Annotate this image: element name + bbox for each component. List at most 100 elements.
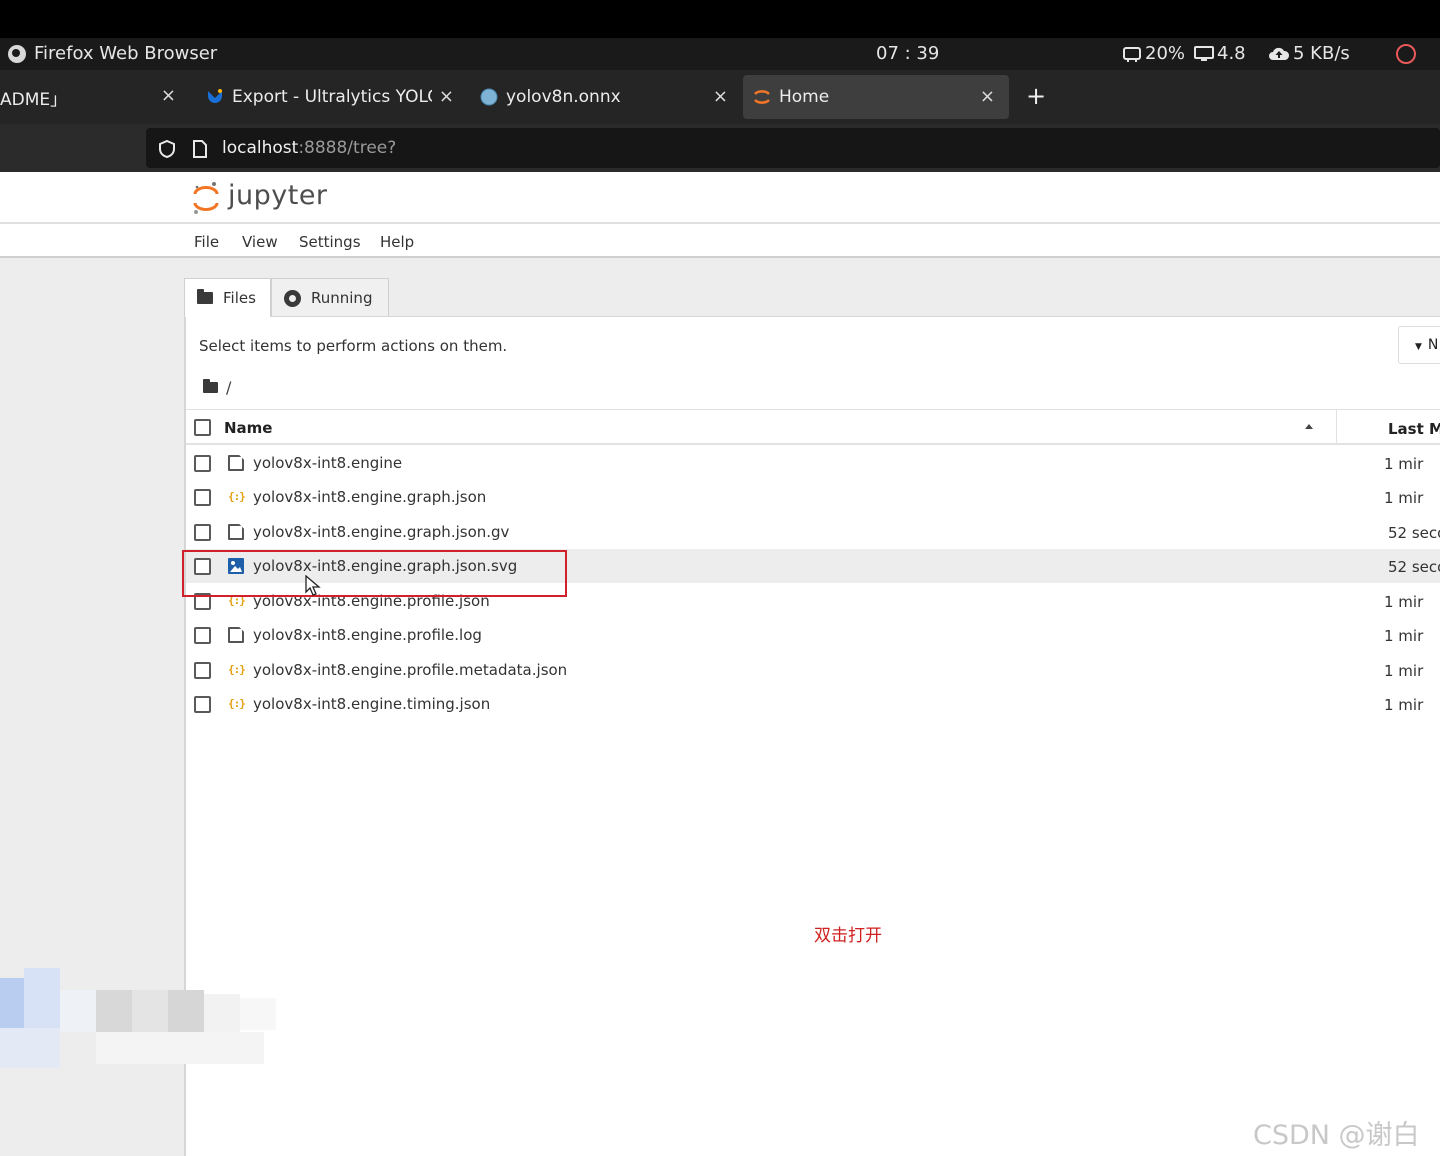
new-button-label: N — [1427, 337, 1439, 353]
file-icon — [228, 524, 244, 540]
new-dropdown-button[interactable]: ▼ N — [1398, 326, 1440, 364]
browser-tab-bar: ADME」 × Export - Ultralytics YOLOv8 × yo… — [0, 70, 1440, 124]
breadcrumb[interactable]: / — [203, 378, 231, 397]
close-icon[interactable]: × — [980, 86, 995, 107]
screen-top-letterbox — [0, 0, 1440, 38]
file-modified: 1 mir — [1384, 696, 1424, 714]
selection-hint: Select items to perform actions on them. — [199, 337, 508, 355]
column-name[interactable]: Name — [224, 419, 272, 437]
jupyter-menu-bar: File View Settings Help — [0, 224, 1440, 258]
menu-help[interactable]: Help — [380, 233, 414, 251]
tab-files-label: Files — [223, 289, 256, 307]
file-name[interactable]: yolov8x-int8.engine.profile.metadata.jso… — [253, 661, 567, 679]
url-path: :8888/tree? — [298, 138, 397, 158]
json-file-icon: {:} — [228, 697, 246, 710]
tab-files[interactable]: Files — [184, 278, 271, 317]
load-indicator[interactable]: 4.8 — [1194, 43, 1246, 64]
load-value: 4.8 — [1217, 43, 1246, 64]
file-name[interactable]: yolov8x-int8.engine.graph.json.gv — [253, 523, 509, 541]
select-all-checkbox[interactable] — [194, 419, 211, 436]
folder-icon — [203, 379, 218, 393]
file-name[interactable]: yolov8x-int8.engine.profile.log — [253, 626, 482, 644]
highlight-annotation-box — [182, 550, 567, 597]
file-row[interactable]: {:} yolov8x-int8.engine.graph.json 1 mir — [186, 480, 1440, 514]
tab-label: ADME」 — [0, 89, 68, 110]
jupyter-title[interactable]: jupyter — [228, 180, 328, 211]
close-icon[interactable]: × — [713, 86, 728, 107]
file-modified: 1 mir — [1384, 489, 1424, 507]
clock[interactable]: 07 : 39 — [876, 43, 939, 64]
file-name[interactable]: yolov8x-int8.engine — [253, 454, 402, 472]
row-checkbox[interactable] — [194, 627, 211, 644]
file-name[interactable]: yolov8x-int8.engine.timing.json — [253, 695, 490, 713]
file-row[interactable]: yolov8x-int8.engine.profile.log 1 mir — [186, 618, 1440, 652]
menu-file[interactable]: File — [194, 233, 219, 251]
cpu-value: 20% — [1145, 43, 1186, 64]
file-modified: 1 mir — [1384, 627, 1424, 645]
tab-running[interactable]: Running — [271, 278, 389, 317]
file-modified: 1 mir — [1384, 455, 1424, 473]
tab-label: Export - Ultralytics YOLOv8 — [232, 87, 432, 107]
browser-nav-bar: localhost:8888/tree? — [0, 124, 1440, 172]
row-checkbox[interactable] — [194, 489, 211, 506]
json-file-icon: {:} — [228, 663, 246, 676]
caret-down-icon: ▼ — [1415, 342, 1422, 352]
file-icon — [228, 455, 244, 471]
jupyter-logo-icon[interactable] — [192, 180, 220, 216]
file-modified: 52 seco — [1388, 558, 1440, 576]
row-checkbox[interactable] — [194, 455, 211, 472]
cpu-icon — [1123, 46, 1141, 62]
file-modified: 52 seco — [1388, 524, 1440, 542]
url-bar[interactable]: localhost:8888/tree? — [146, 128, 1440, 168]
network-value: 5 KB/s — [1293, 43, 1350, 64]
running-icon — [284, 289, 301, 307]
double-click-annotation: 双击打开 — [814, 926, 882, 946]
monitor-icon — [1194, 45, 1214, 61]
firefox-icon[interactable] — [8, 45, 26, 63]
file-icon — [228, 627, 244, 643]
breadcrumb-root[interactable]: / — [226, 378, 231, 397]
close-icon[interactable]: × — [439, 86, 454, 107]
file-row[interactable]: yolov8x-int8.engine.graph.json.gv 52 sec… — [186, 515, 1440, 549]
active-app-name[interactable]: Firefox Web Browser — [34, 43, 217, 64]
file-modified: 1 mir — [1384, 593, 1424, 611]
tab-running-label: Running — [311, 289, 373, 307]
globe-favicon-icon — [480, 88, 498, 106]
cloud-upload-icon — [1269, 47, 1290, 60]
row-checkbox[interactable] — [194, 662, 211, 679]
menu-view[interactable]: View — [242, 233, 278, 251]
url-host: localhost — [222, 138, 299, 158]
file-row[interactable]: {:} yolov8x-int8.engine.profile.metadata… — [186, 653, 1440, 687]
tab-label: Home — [779, 87, 830, 107]
column-last-modified[interactable]: Last Mc — [1388, 420, 1440, 438]
row-checkbox[interactable] — [194, 524, 211, 541]
cpu-indicator[interactable]: 20% — [1122, 43, 1185, 64]
url-text[interactable]: localhost:8888/tree? — [222, 138, 396, 158]
os-top-bar: Firefox Web Browser 07 : 39 20% 4.8 5 KB… — [0, 38, 1440, 70]
column-divider — [1336, 410, 1337, 444]
new-tab-button[interactable]: + — [1026, 84, 1046, 108]
row-checkbox[interactable] — [194, 696, 211, 713]
file-list-header: Name Last Mc — [186, 409, 1440, 445]
tab-label: yolov8n.onnx — [506, 87, 621, 107]
tab-yolov8n-onnx[interactable]: yolov8n.onnx × — [480, 75, 742, 119]
page-icon[interactable] — [192, 140, 208, 158]
tab-export-ultralytics[interactable]: Export - Ultralytics YOLOv8 × — [206, 75, 464, 119]
blurred-region — [0, 968, 276, 1068]
ultralytics-favicon-icon — [208, 89, 222, 103]
sort-up-icon[interactable] — [1305, 424, 1313, 429]
csdn-watermark: CSDN @谢白羽 — [1253, 1120, 1420, 1151]
jupyter-header: jupyter — [0, 172, 1440, 224]
file-row[interactable]: {:} yolov8x-int8.engine.timing.json 1 mi… — [186, 687, 1440, 721]
network-indicator[interactable]: 5 KB/s — [1268, 43, 1350, 64]
power-icon[interactable] — [1396, 44, 1416, 64]
file-row[interactable]: yolov8x-int8.engine 1 mir — [186, 446, 1440, 480]
menu-settings[interactable]: Settings — [299, 233, 361, 251]
mouse-cursor-icon — [305, 575, 321, 596]
jupyter-favicon-icon — [754, 90, 770, 104]
shield-icon[interactable] — [158, 140, 176, 158]
close-icon[interactable]: × — [161, 85, 176, 106]
tab-home[interactable]: Home × — [743, 75, 1009, 119]
tab-readme[interactable]: ADME」 × — [0, 75, 190, 119]
file-name[interactable]: yolov8x-int8.engine.graph.json — [253, 488, 486, 506]
